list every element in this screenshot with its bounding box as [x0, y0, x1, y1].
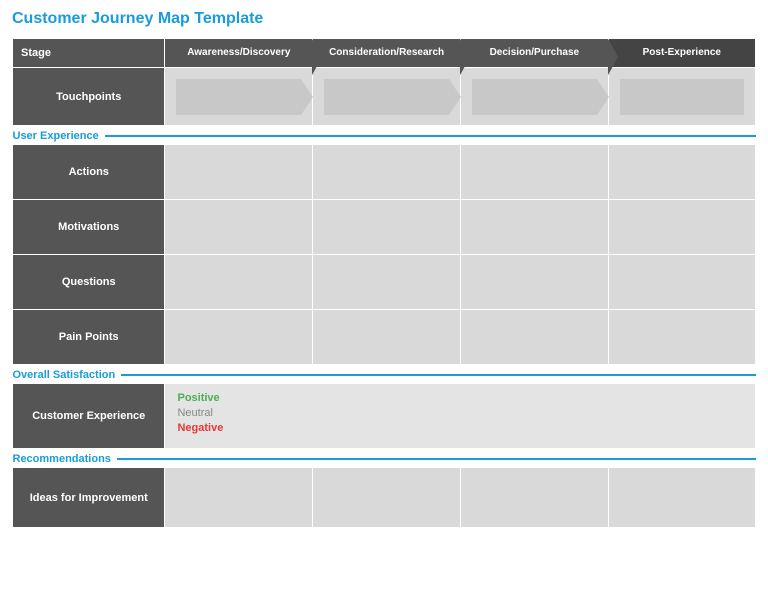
touchpoints-cell-1[interactable] — [165, 68, 313, 126]
actions-label: Actions — [13, 145, 165, 200]
painpoints-label: Pain Points — [13, 310, 165, 365]
stage-header-awareness: Awareness/Discovery — [165, 39, 313, 68]
painpoints-cell-4[interactable] — [608, 310, 755, 365]
questions-label: Questions — [13, 255, 165, 310]
cx-label: Customer Experience — [13, 384, 165, 449]
cx-positive: Positive — [177, 392, 743, 404]
painpoints-cell-1[interactable] — [165, 310, 313, 365]
recommendations-divider — [117, 458, 756, 460]
motivations-cell-1[interactable] — [165, 200, 313, 255]
questions-cell-3[interactable] — [461, 255, 609, 310]
stage-header-consideration: Consideration/Research — [313, 39, 461, 68]
cx-neutral: Neutral — [177, 407, 743, 419]
cx-content-cell[interactable]: Positive Neutral Negative — [165, 384, 756, 449]
satisfaction-divider — [121, 374, 755, 376]
page-title: Customer Journey Map Template — [12, 10, 756, 28]
questions-cell-2[interactable] — [313, 255, 461, 310]
actions-cell-2[interactable] — [313, 145, 461, 200]
stage-header-post: Post-Experience — [608, 39, 755, 68]
touchpoints-cell-2[interactable] — [313, 68, 461, 126]
motivations-cell-4[interactable] — [608, 200, 755, 255]
questions-cell-1[interactable] — [165, 255, 313, 310]
section-recommendations: Recommendations — [13, 453, 111, 465]
ideas-cell-1[interactable] — [165, 468, 313, 528]
touchpoints-label: Touchpoints — [13, 68, 165, 126]
ideas-cell-4[interactable] — [608, 468, 755, 528]
section-overall-satisfaction: Overall Satisfaction — [13, 369, 116, 381]
painpoints-cell-3[interactable] — [461, 310, 609, 365]
cx-negative: Negative — [177, 422, 743, 434]
ideas-cell-3[interactable] — [461, 468, 609, 528]
actions-cell-1[interactable] — [165, 145, 313, 200]
motivations-label: Motivations — [13, 200, 165, 255]
ideas-cell-2[interactable] — [313, 468, 461, 528]
motivations-cell-2[interactable] — [313, 200, 461, 255]
user-experience-divider — [105, 135, 756, 137]
touchpoints-cell-4[interactable] — [608, 68, 755, 126]
questions-cell-4[interactable] — [608, 255, 755, 310]
stage-header-label: Stage — [13, 39, 165, 68]
motivations-cell-3[interactable] — [461, 200, 609, 255]
actions-cell-4[interactable] — [608, 145, 755, 200]
ideas-label: Ideas for Improvement — [13, 468, 165, 528]
touchpoints-cell-3[interactable] — [461, 68, 609, 126]
stage-header-decision: Decision/Purchase — [461, 39, 609, 68]
painpoints-cell-2[interactable] — [313, 310, 461, 365]
actions-cell-3[interactable] — [461, 145, 609, 200]
section-user-experience: User Experience — [13, 130, 99, 142]
